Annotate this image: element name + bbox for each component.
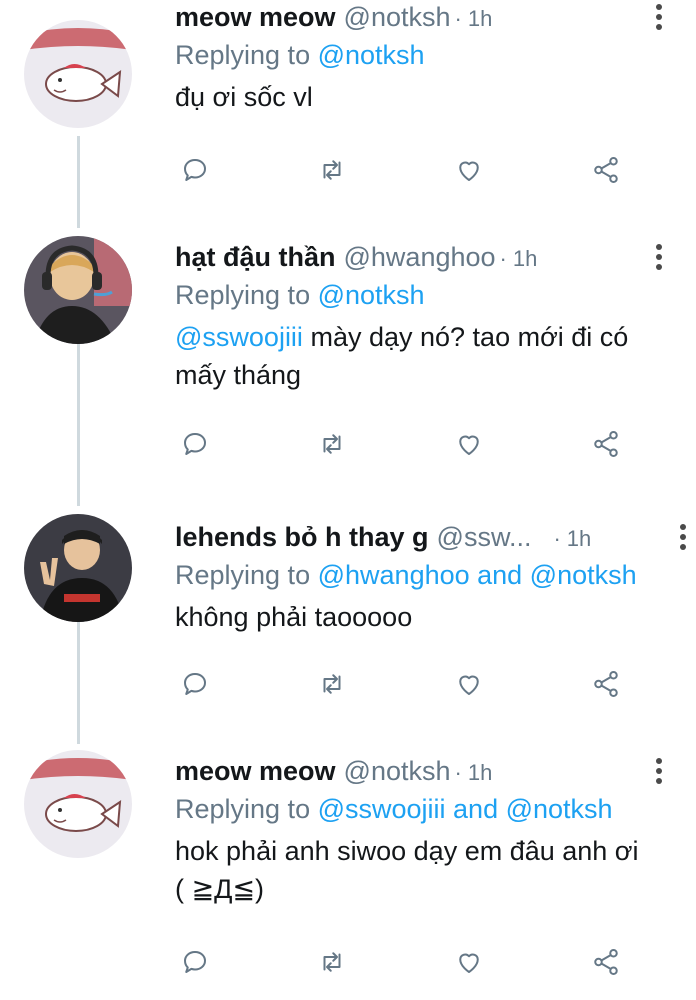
replying-mentions[interactable]: @notksh [318,40,425,70]
timestamp[interactable]: 1h [513,246,537,272]
timestamp[interactable]: 1h [468,6,492,32]
retweet-icon [323,434,341,454]
like-icon [459,953,479,973]
text-mention[interactable]: @sswoojiii [175,322,303,352]
avatar[interactable] [24,750,132,858]
tweet-body: đụ ơi sốc vl [175,82,313,112]
retweet-button[interactable] [312,424,352,464]
retweet-button[interactable] [312,150,352,190]
more-vertical-icon[interactable] [678,524,688,554]
replying-prefix: Replying to [175,560,311,590]
tweet-actions [175,664,635,704]
replying-prefix: Replying to [175,280,311,310]
reply-icon [184,433,206,455]
timestamp[interactable]: 1h [468,760,492,786]
replying-to: Replying to @sswoojiii and @notksh [175,794,682,832]
tweet-body: không phải taooooo [175,602,413,632]
more-vertical-icon[interactable] [654,244,664,274]
share-button[interactable] [586,150,626,190]
timestamp[interactable]: 1h [567,526,591,552]
replying-prefix: Replying to [175,794,311,824]
reply-icon [184,951,206,973]
tweet-body: hok phải anh siwoo dạy em đâu anh ơi ( ≧… [175,836,639,904]
like-icon [459,675,479,695]
tweet[interactable]: meow meow @notksh · 1h Replying to @notk… [0,0,696,220]
user-handle[interactable]: @notksh [344,2,451,33]
retweet-icon [323,160,341,180]
tweet-actions [175,150,635,190]
like-button[interactable] [449,664,489,704]
replying-to: Replying to @notksh [175,280,682,318]
replying-mentions[interactable]: @notksh [318,280,425,310]
user-handle[interactable]: @ssw... [437,522,532,553]
share-button[interactable] [586,664,626,704]
separator-dot: · [499,246,507,271]
retweet-icon [323,674,341,694]
display-name[interactable]: lehends bỏ h thay g [175,522,429,553]
tweet-actions [175,942,635,982]
like-icon [459,161,479,181]
replying-mentions[interactable]: @hwanghoo and @notksh [318,560,637,590]
avatar[interactable] [24,514,132,622]
like-button[interactable] [449,424,489,464]
display-name[interactable]: meow meow [175,2,336,33]
display-name[interactable]: meow meow [175,756,336,787]
replying-prefix: Replying to [175,40,311,70]
avatar[interactable] [24,236,132,344]
reply-button[interactable] [175,942,215,982]
like-icon [459,435,479,455]
separator-dot: · [454,760,462,785]
retweet-icon [323,952,341,972]
tweet[interactable]: lehends bỏ h thay g @ssw... · 1h Replyin… [0,500,696,740]
share-icon [594,157,618,183]
user-handle[interactable]: @notksh [344,756,451,787]
display-name[interactable]: hạt đậu thần [175,242,336,273]
share-button[interactable] [586,942,626,982]
reply-button[interactable] [175,150,215,190]
reply-icon [184,673,206,695]
replying-to: Replying to @hwanghoo and @notksh [175,560,682,598]
tweet-text: đụ ơi sốc vl [175,78,682,116]
reply-icon [184,159,206,181]
share-icon [594,671,618,697]
separator-dot: · [553,526,561,551]
retweet-button[interactable] [312,942,352,982]
more-vertical-icon[interactable] [654,758,664,788]
tweet-actions [175,424,635,464]
share-button[interactable] [586,424,626,464]
tweet-text: @sswoojiii mày dạy nó? tao mới đi có mấy… [175,318,665,394]
tweet[interactable]: meow meow @notksh · 1h Replying to @sswo… [0,740,696,1000]
replying-to: Replying to @notksh [175,40,682,78]
reply-button[interactable] [175,424,215,464]
retweet-button[interactable] [312,664,352,704]
more-vertical-icon[interactable] [654,4,664,34]
tweet-text: hok phải anh siwoo dạy em đâu anh ơi ( ≧… [175,832,645,908]
reply-button[interactable] [175,664,215,704]
tweet[interactable]: hạt đậu thần @hwanghoo · 1h Replying to … [0,220,696,500]
replying-mentions[interactable]: @sswoojiii and @notksh [318,794,613,824]
user-handle[interactable]: @hwanghoo [344,242,496,273]
share-icon [594,431,618,457]
share-icon [594,949,618,975]
avatar[interactable] [24,20,132,128]
tweet-text: không phải taooooo [175,598,682,636]
like-button[interactable] [449,942,489,982]
separator-dot: · [454,6,462,31]
like-button[interactable] [449,150,489,190]
